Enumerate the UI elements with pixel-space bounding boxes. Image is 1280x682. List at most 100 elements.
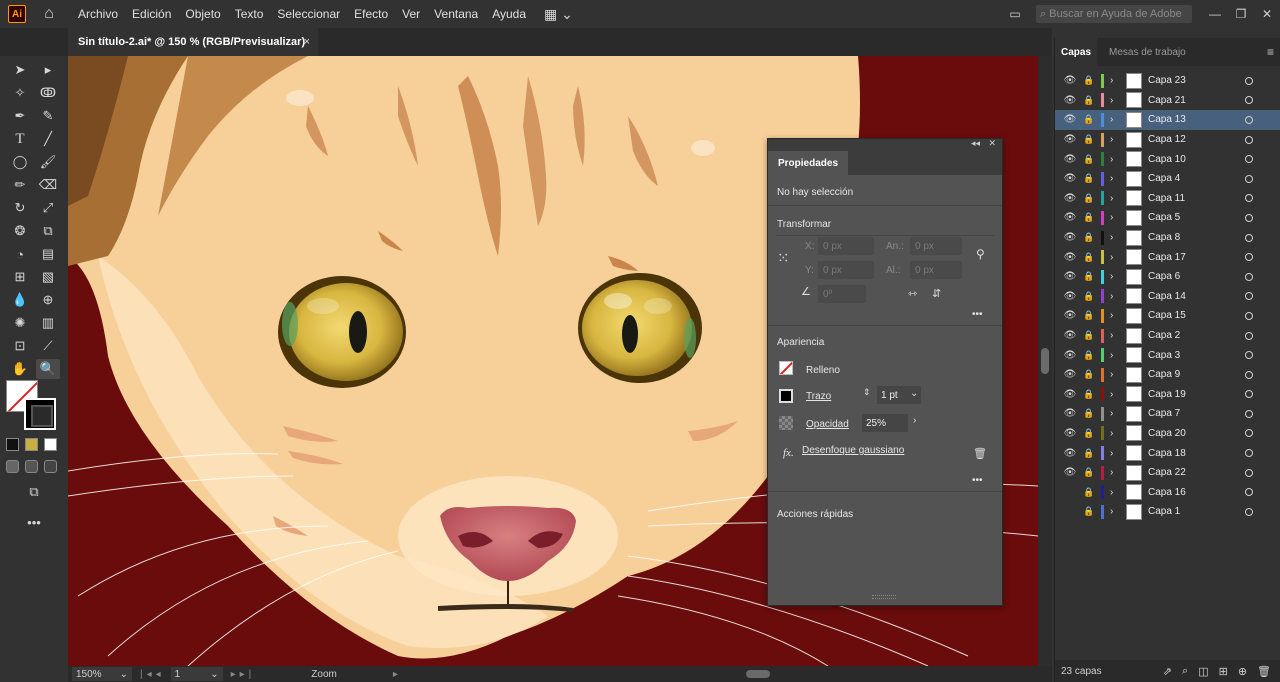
target-circle-icon[interactable]: [1245, 370, 1253, 379]
hand-tool-icon[interactable]: ✋: [8, 359, 32, 379]
layer-name[interactable]: Capa 8: [1148, 232, 1245, 243]
lock-icon[interactable]: 🔒: [1083, 291, 1095, 302]
artboard-nav-last-icon[interactable]: ▸▸|: [231, 669, 256, 680]
vertical-scroll-thumb[interactable]: [1041, 348, 1049, 374]
constrain-proportions-icon[interactable]: ⚲: [976, 247, 985, 261]
expand-chevron-icon[interactable]: ›: [1110, 291, 1120, 302]
visibility-eye-icon[interactable]: 👁: [1063, 193, 1077, 204]
eyedropper-tool-icon[interactable]: 💧: [8, 290, 32, 310]
layer-row[interactable]: 👁 🔒 › Capa 20: [1055, 424, 1280, 444]
layer-row[interactable]: 👁 🔒 › Capa 9: [1055, 365, 1280, 385]
rotate-input[interactable]: 0º: [818, 285, 866, 303]
layer-name[interactable]: Capa 14: [1148, 291, 1245, 302]
target-circle-icon[interactable]: [1245, 311, 1253, 320]
visibility-eye-icon[interactable]: 👁: [1063, 95, 1077, 106]
layer-row[interactable]: 👁 🔒 › Capa 3: [1055, 345, 1280, 365]
visibility-eye-icon[interactable]: 👁: [1063, 448, 1077, 459]
opacity-input[interactable]: 25%: [862, 414, 908, 432]
lock-icon[interactable]: 🔒: [1083, 154, 1095, 165]
stroke-swatch[interactable]: [24, 398, 56, 430]
close-window-button[interactable]: ✕: [1254, 7, 1280, 21]
visibility-eye-icon[interactable]: 👁: [1063, 389, 1077, 400]
perspective-grid-tool-icon[interactable]: ▤: [36, 244, 60, 264]
new-layer-icon[interactable]: ⊕: [1238, 665, 1247, 678]
none-mode-icon[interactable]: [44, 438, 57, 451]
target-circle-icon[interactable]: [1245, 351, 1253, 360]
ellipse-tool-icon[interactable]: ◯: [8, 152, 32, 172]
stroke-stepper-icon[interactable]: ⇕: [863, 387, 871, 398]
layer-row[interactable]: 👁 🔒 › Capa 5: [1055, 208, 1280, 228]
draw-normal-icon[interactable]: [6, 460, 19, 473]
visibility-eye-icon[interactable]: 👁: [1063, 408, 1077, 419]
menu-texto[interactable]: Texto: [235, 7, 264, 21]
lock-icon[interactable]: 🔒: [1083, 114, 1095, 125]
layer-name[interactable]: Capa 23: [1148, 75, 1245, 86]
lasso-tool-icon[interactable]: ↂ: [36, 83, 60, 103]
layer-row[interactable]: 👁 🔒 › Capa 4: [1055, 169, 1280, 189]
layer-name[interactable]: Capa 20: [1148, 428, 1245, 439]
target-circle-icon[interactable]: [1245, 233, 1253, 242]
menu-ventana[interactable]: Ventana: [434, 7, 478, 21]
column-graph-tool-icon[interactable]: ▥: [36, 313, 60, 333]
minimize-button[interactable]: —: [1202, 7, 1228, 21]
line-tool-icon[interactable]: ╱: [36, 129, 60, 149]
menu-ver[interactable]: Ver: [402, 7, 420, 21]
stroke-dropdown-icon[interactable]: ⌄: [910, 388, 918, 399]
expand-chevron-icon[interactable]: ›: [1110, 448, 1120, 459]
scale-tool-icon[interactable]: ⤢: [36, 198, 60, 218]
clipping-mask-icon[interactable]: ◫: [1198, 665, 1208, 678]
lock-icon[interactable]: 🔒: [1083, 350, 1095, 361]
layer-name[interactable]: Capa 4: [1148, 173, 1245, 184]
tab-properties[interactable]: Propiedades: [768, 151, 849, 175]
slice-tool-icon[interactable]: ⟋: [36, 336, 60, 356]
layer-row[interactable]: 👁 🔒 › Capa 2: [1055, 326, 1280, 346]
target-circle-icon[interactable]: [1245, 449, 1253, 458]
expand-chevron-icon[interactable]: ›: [1110, 506, 1120, 517]
layer-row[interactable]: 👁 🔒 › Capa 15: [1055, 306, 1280, 326]
lock-icon[interactable]: 🔒: [1083, 95, 1095, 106]
restore-button[interactable]: ❐: [1228, 7, 1254, 21]
expand-chevron-icon[interactable]: ›: [1110, 193, 1120, 204]
expand-chevron-icon[interactable]: ›: [1110, 467, 1120, 478]
menu-objeto[interactable]: Objeto: [185, 7, 220, 21]
layer-name[interactable]: Capa 10: [1148, 154, 1245, 165]
layer-row[interactable]: 🔒 › Capa 16: [1055, 482, 1280, 502]
visibility-eye-icon[interactable]: 👁: [1063, 428, 1077, 439]
artboard-dropdown-icon[interactable]: ⌄: [210, 669, 218, 680]
visibility-eye-icon[interactable]: 👁: [1063, 252, 1077, 263]
gradient-mode-icon[interactable]: [25, 438, 38, 451]
layer-name[interactable]: Capa 22: [1148, 467, 1245, 478]
target-circle-icon[interactable]: [1245, 194, 1253, 203]
target-circle-icon[interactable]: [1245, 253, 1253, 262]
delete-layer-icon[interactable]: 🗑: [1257, 665, 1271, 678]
lock-icon[interactable]: 🔒: [1083, 310, 1095, 321]
visibility-eye-icon[interactable]: 👁: [1063, 330, 1077, 341]
visibility-eye-icon[interactable]: 👁: [1063, 154, 1077, 165]
target-circle-icon[interactable]: [1245, 292, 1253, 301]
layer-name[interactable]: Capa 5: [1148, 212, 1245, 223]
delete-effect-icon[interactable]: 🗑: [973, 447, 987, 460]
y-input[interactable]: 0 px: [818, 261, 874, 279]
workspace-switcher-icon[interactable]: ▦ ⌄: [544, 6, 573, 23]
expand-chevron-icon[interactable]: ›: [1110, 212, 1120, 223]
lock-icon[interactable]: 🔒: [1083, 369, 1095, 380]
layer-row[interactable]: 👁 🔒 › Capa 6: [1055, 267, 1280, 287]
target-circle-icon[interactable]: [1245, 135, 1253, 144]
width-input[interactable]: 0 px: [910, 237, 962, 255]
artboard-nav-first-icon[interactable]: |◂◂: [140, 669, 165, 680]
fill-stroke-control[interactable]: [6, 380, 58, 430]
free-transform-tool-icon[interactable]: ⧉: [36, 221, 60, 241]
lock-icon[interactable]: 🔒: [1083, 212, 1095, 223]
stroke-color-swatch[interactable]: [779, 389, 793, 403]
zoom-tool-icon[interactable]: 🔍: [36, 359, 60, 379]
panel-toggle-icon[interactable]: ▭: [1002, 7, 1028, 21]
target-circle-icon[interactable]: [1245, 468, 1253, 477]
visibility-eye-icon[interactable]: 👁: [1063, 310, 1077, 321]
menu-seleccionar[interactable]: Seleccionar: [277, 7, 340, 21]
draw-behind-icon[interactable]: [25, 460, 38, 473]
layer-row[interactable]: 👁 🔒 › Capa 12: [1055, 130, 1280, 150]
rotate-tool-icon[interactable]: ↻: [8, 198, 32, 218]
target-circle-icon[interactable]: [1245, 213, 1253, 222]
zoom-dropdown-icon[interactable]: ⌄: [120, 669, 128, 680]
horizontal-scrollbar[interactable]: [488, 668, 1028, 680]
